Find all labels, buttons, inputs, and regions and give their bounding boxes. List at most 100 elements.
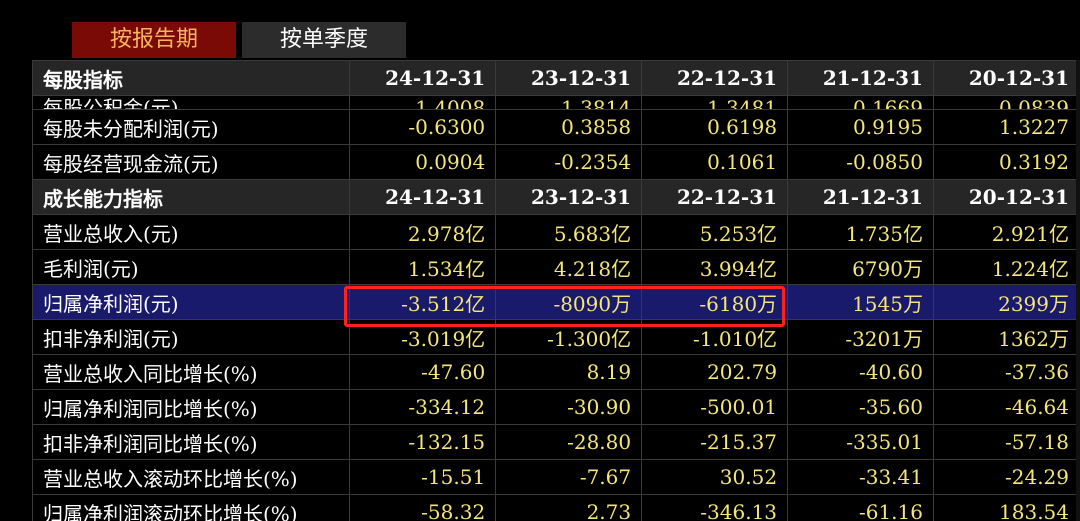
cell-value: 8.19: [495, 354, 643, 390]
period-header: 21-12-31: [787, 179, 934, 215]
period-header: 20-12-31: [932, 179, 1080, 215]
table-row[interactable]: 每股公积金(元) 1.4008 1.3814 1.3481 0.1669 0.0…: [32, 95, 1080, 110]
cell-value: 3.994亿: [641, 249, 789, 285]
cell-value: -1.300亿: [495, 319, 643, 355]
cell-value: 5.683亿: [495, 214, 643, 250]
section-header-per-share: 每股指标 24-12-31 23-12-31 22-12-31 21-12-31…: [32, 60, 1080, 96]
cell-value: -132.15: [349, 424, 497, 460]
row-label: 扣非净利润(元): [32, 319, 351, 355]
table-row[interactable]: 营业总收入同比增长(%) -47.60 8.19 202.79 -40.60 -…: [32, 354, 1080, 390]
table-row[interactable]: 毛利润(元) 1.534亿 4.218亿 3.994亿 6790万 1.224亿: [32, 249, 1080, 285]
cell-value: 4.218亿: [495, 249, 643, 285]
period-header: 20-12-31: [932, 60, 1080, 96]
cell-value: -1.010亿: [641, 319, 789, 355]
table-row[interactable]: 每股经营现金流(元) 0.0904 -0.2354 0.1061 -0.0850…: [32, 144, 1080, 180]
cell-value: -500.01: [641, 389, 789, 425]
cell-value: 1.224亿: [932, 249, 1080, 285]
cell-value: 0.1061: [641, 144, 789, 180]
cell-value: -335.01: [787, 424, 934, 460]
table-row[interactable]: 扣非净利润同比增长(%) -132.15 -28.80 -215.37 -335…: [32, 424, 1080, 460]
horizontal-scroll-edge[interactable]: [1076, 60, 1080, 521]
cell-value: -8090万: [495, 284, 643, 320]
cell-value: 1.735亿: [787, 214, 934, 250]
section-header-growth: 成长能力指标 24-12-31 23-12-31 22-12-31 21-12-…: [32, 179, 1080, 215]
cell-value: -61.16: [787, 494, 934, 521]
cell-value: -28.80: [495, 424, 643, 460]
period-header: 24-12-31: [349, 179, 497, 215]
cell-value: -40.60: [787, 354, 934, 390]
row-label: 每股未分配利润(元): [32, 109, 351, 145]
row-label: 营业总收入同比增长(%): [32, 354, 351, 390]
cell-value: 1362万: [932, 319, 1080, 355]
cell-value: -58.32: [349, 494, 497, 521]
report-tabs: 按报告期 按单季度: [72, 22, 406, 58]
table-row[interactable]: 营业总收入(元) 2.978亿 5.683亿 5.253亿 1.735亿 2.9…: [32, 214, 1080, 250]
cell-value: -0.0850: [787, 144, 934, 180]
cell-value: 2.73: [495, 494, 643, 521]
tab-by-report-period[interactable]: 按报告期: [72, 22, 236, 58]
cell-value: -215.37: [641, 424, 789, 460]
row-label: 营业总收入滚动环比增长(%): [32, 459, 351, 495]
table-row-selected[interactable]: 归属净利润(元) -3.512亿 -8090万 -6180万 1545万 239…: [32, 284, 1080, 320]
cell-value: 30.52: [641, 459, 789, 495]
cell-value: 1.3227: [932, 109, 1080, 145]
table-row[interactable]: 营业总收入滚动环比增长(%) -15.51 -7.67 30.52 -33.41…: [32, 459, 1080, 495]
table-row[interactable]: 扣非净利润(元) -3.019亿 -1.300亿 -1.010亿 -3201万 …: [32, 319, 1080, 355]
cell-value: 183.54: [932, 494, 1080, 521]
table-row[interactable]: 归属净利润滚动环比增长(%) -58.32 2.73 -346.13 -61.1…: [32, 494, 1080, 521]
cell-value: 0.6198: [641, 109, 789, 145]
cell-value: -0.6300: [349, 109, 497, 145]
financial-indicators-table: 每股指标 24-12-31 23-12-31 22-12-31 21-12-31…: [32, 60, 1080, 521]
cell-value: -30.90: [495, 389, 643, 425]
cell-value: 1.534亿: [349, 249, 497, 285]
cell-value: -6180万: [641, 284, 789, 320]
cell-value: 1545万: [787, 284, 934, 320]
row-label: 每股经营现金流(元): [32, 144, 351, 180]
row-label: 毛利润(元): [32, 249, 351, 285]
cell-value: -24.29: [932, 459, 1080, 495]
period-header: 23-12-31: [495, 60, 643, 96]
table-row[interactable]: 每股未分配利润(元) -0.6300 0.3858 0.6198 0.9195 …: [32, 109, 1080, 145]
cell-value: -15.51: [349, 459, 497, 495]
cell-value: -3201万: [787, 319, 934, 355]
cell-value: 202.79: [641, 354, 789, 390]
section-title: 每股指标: [32, 60, 351, 96]
period-header: 24-12-31: [349, 60, 497, 96]
cell-value: -346.13: [641, 494, 789, 521]
cell-value: -33.41: [787, 459, 934, 495]
row-label: 归属净利润同比增长(%): [32, 389, 351, 425]
cell-value: 0.3192: [932, 144, 1080, 180]
cell-value: -3.019亿: [349, 319, 497, 355]
cell-value: 0.1669: [787, 95, 934, 110]
cell-value: -35.60: [787, 389, 934, 425]
cell-value: -47.60: [349, 354, 497, 390]
cell-value: -0.2354: [495, 144, 643, 180]
cell-value: 0.9195: [787, 109, 934, 145]
cell-value: -334.12: [349, 389, 497, 425]
row-label: 归属净利润(元): [32, 284, 351, 320]
cell-value: 1.3814: [495, 95, 643, 110]
cell-value: 2.978亿: [349, 214, 497, 250]
cell-value: 2399万: [932, 284, 1080, 320]
cell-value: 6790万: [787, 249, 934, 285]
table-row[interactable]: 归属净利润同比增长(%) -334.12 -30.90 -500.01 -35.…: [32, 389, 1080, 425]
cell-value: 0.0839: [932, 95, 1080, 110]
row-label: 每股公积金(元): [32, 95, 351, 110]
cell-value: -57.18: [932, 424, 1080, 460]
cell-value: 0.3858: [495, 109, 643, 145]
cell-value: 0.0904: [349, 144, 497, 180]
cell-value: 1.3481: [641, 95, 789, 110]
cell-value: 2.921亿: [932, 214, 1080, 250]
cell-value: -46.64: [932, 389, 1080, 425]
period-header: 22-12-31: [641, 179, 789, 215]
cell-value: -37.36: [932, 354, 1080, 390]
period-header: 22-12-31: [641, 60, 789, 96]
cell-value: -7.67: [495, 459, 643, 495]
tab-by-single-quarter[interactable]: 按单季度: [242, 22, 406, 58]
cell-value: 5.253亿: [641, 214, 789, 250]
period-header: 23-12-31: [495, 179, 643, 215]
cell-value: 1.4008: [349, 95, 497, 110]
row-label: 营业总收入(元): [32, 214, 351, 250]
period-header: 21-12-31: [787, 60, 934, 96]
row-label: 归属净利润滚动环比增长(%): [32, 494, 351, 521]
